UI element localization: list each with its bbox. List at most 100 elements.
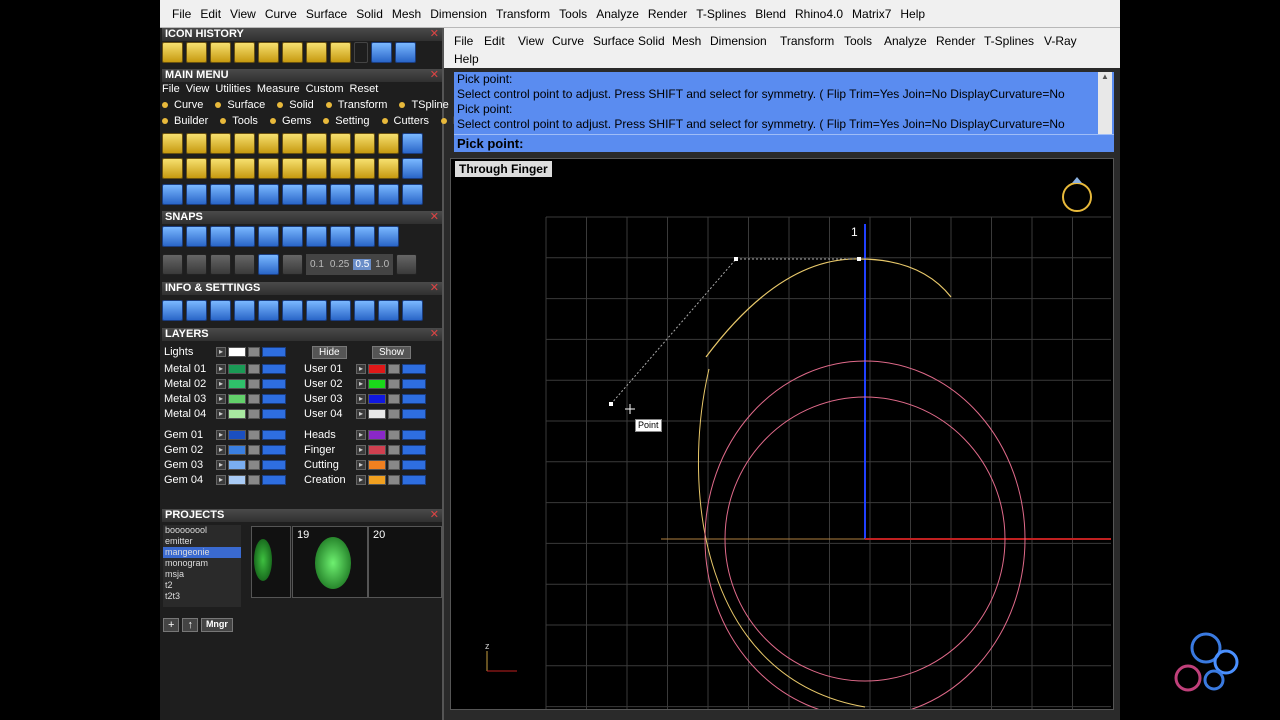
tool-icon[interactable]: [378, 300, 399, 321]
project-thumb[interactable]: [251, 526, 291, 598]
expand-icon[interactable]: ▸: [216, 394, 226, 404]
tool-icon[interactable]: [186, 300, 207, 321]
cmd-menu-mesh[interactable]: Mesh: [672, 34, 701, 48]
menu-item-curve[interactable]: Curve: [162, 99, 209, 111]
tool-icon[interactable]: [354, 226, 375, 247]
tool-icon[interactable]: [306, 226, 327, 247]
tool-icon[interactable]: [162, 184, 183, 205]
menu-render[interactable]: Render: [648, 7, 687, 21]
lock-icon[interactable]: [248, 347, 260, 357]
tool-icon[interactable]: [378, 133, 399, 154]
lock-icon[interactable]: [248, 460, 260, 470]
layer-lights[interactable]: Lights ▸: [164, 345, 286, 359]
layer-toggle[interactable]: [262, 364, 286, 374]
tool-icon[interactable]: [162, 300, 183, 321]
cmd-menu-dimension[interactable]: Dimension: [710, 34, 767, 48]
cmd-menu-v-ray[interactable]: V-Ray: [1044, 34, 1077, 48]
tool-toggle-icon[interactable]: [402, 133, 423, 154]
project-item[interactable]: monogram: [163, 558, 241, 569]
menu-analyze[interactable]: Analyze: [596, 7, 639, 21]
lock-icon[interactable]: [248, 409, 260, 419]
layer-color[interactable]: [228, 445, 246, 455]
menu-item-tools[interactable]: Tools: [220, 115, 264, 127]
layer-row[interactable]: Creation ▸: [304, 473, 426, 487]
tool-icon[interactable]: [162, 158, 183, 179]
point-icon[interactable]: [282, 254, 303, 275]
submenu-measure[interactable]: Measure: [257, 83, 300, 95]
layer-toggle[interactable]: [262, 475, 286, 485]
snap-value-1[interactable]: 0.25: [328, 259, 351, 270]
lock-icon[interactable]: [388, 445, 400, 455]
layer-color[interactable]: [228, 394, 246, 404]
menu-surface[interactable]: Surface: [306, 7, 347, 21]
history-tool-icon[interactable]: [258, 42, 279, 63]
layer-row[interactable]: Heads ▸: [304, 428, 426, 442]
tool-icon[interactable]: [354, 133, 375, 154]
tool-icon[interactable]: [186, 226, 207, 247]
mngr-button[interactable]: Mngr: [200, 618, 233, 632]
cmd-menu-analyze[interactable]: Analyze: [884, 34, 927, 48]
layer-toggle[interactable]: [402, 475, 426, 485]
control-curve[interactable]: [705, 258, 952, 358]
layer-color[interactable]: [368, 430, 386, 440]
close-icon[interactable]: ✕: [430, 69, 439, 82]
lock-icon[interactable]: [248, 379, 260, 389]
close-icon[interactable]: ✕: [430, 28, 439, 41]
tool-icon[interactable]: [210, 184, 231, 205]
lock-icon[interactable]: [388, 430, 400, 440]
tool-icon[interactable]: [330, 226, 351, 247]
layer-row[interactable]: Finger ▸: [304, 443, 426, 457]
viewport-canvas[interactable]: 1 z: [451, 159, 1113, 709]
menu-blend[interactable]: Blend: [755, 7, 786, 21]
tool-icon[interactable]: [186, 158, 207, 179]
menu-solid[interactable]: Solid: [356, 7, 383, 21]
show-button[interactable]: Show: [372, 345, 412, 359]
snap-value-3[interactable]: 1.0: [373, 259, 391, 270]
cmd-menu-help[interactable]: Help: [454, 52, 479, 66]
tool-icon[interactable]: [258, 226, 279, 247]
cmd-menu-surface[interactable]: Surface: [593, 34, 634, 48]
history-tool-icon[interactable]: [306, 42, 327, 63]
tool-icon[interactable]: [234, 226, 255, 247]
expand-icon[interactable]: ▸: [356, 475, 366, 485]
layer-color[interactable]: [368, 409, 386, 419]
expand-icon[interactable]: ▸: [356, 394, 366, 404]
cmd-menu-render[interactable]: Render: [936, 34, 975, 48]
cmd-menu-t-splines[interactable]: T-Splines: [984, 34, 1034, 48]
submenu-view[interactable]: View: [186, 83, 210, 95]
tool-toggle-icon[interactable]: [402, 158, 423, 179]
tool-icon[interactable]: [162, 133, 183, 154]
cmd-menu-file[interactable]: File: [454, 34, 473, 48]
menu-item-solid[interactable]: Solid: [277, 99, 319, 111]
history-scrollbar[interactable]: ▲: [1098, 72, 1112, 134]
menu-curve[interactable]: Curve: [265, 7, 297, 21]
arrow-right-icon[interactable]: [395, 42, 416, 63]
menu-transform[interactable]: Transform: [496, 7, 550, 21]
layer-row[interactable]: Gem 02 ▸: [164, 443, 286, 457]
layer-toggle[interactable]: [402, 445, 426, 455]
control-point[interactable]: [857, 257, 861, 261]
layer-toggle[interactable]: [262, 445, 286, 455]
cmd-menu-curve[interactable]: Curve: [552, 34, 584, 48]
expand-icon[interactable]: ▸: [356, 379, 366, 389]
tool-icon[interactable]: [330, 184, 351, 205]
layer-toggle[interactable]: [402, 394, 426, 404]
layer-color[interactable]: [228, 409, 246, 419]
layer-row[interactable]: Metal 01 ▸: [164, 362, 286, 376]
menu-item-gems[interactable]: Gems: [269, 115, 317, 127]
layer-color[interactable]: [368, 394, 386, 404]
project-item[interactable]: emitter: [163, 536, 241, 547]
history-tool-icon[interactable]: [186, 42, 207, 63]
viewport[interactable]: 1 z Through Finger Point: [450, 158, 1114, 710]
layer-row[interactable]: User 04 ▸: [304, 407, 426, 421]
cmd-menu-transform[interactable]: Transform: [780, 34, 834, 48]
lock-icon[interactable]: [388, 364, 400, 374]
layer-row[interactable]: Metal 03 ▸: [164, 392, 286, 406]
tool-icon[interactable]: [210, 133, 231, 154]
tool-icon[interactable]: [210, 226, 231, 247]
layer-row[interactable]: User 02 ▸: [304, 377, 426, 391]
project-item[interactable]: t2t3: [163, 591, 241, 602]
project-item[interactable]: mangeonie: [163, 547, 241, 558]
expand-icon[interactable]: ▸: [216, 347, 226, 357]
layer-toggle[interactable]: [262, 394, 286, 404]
